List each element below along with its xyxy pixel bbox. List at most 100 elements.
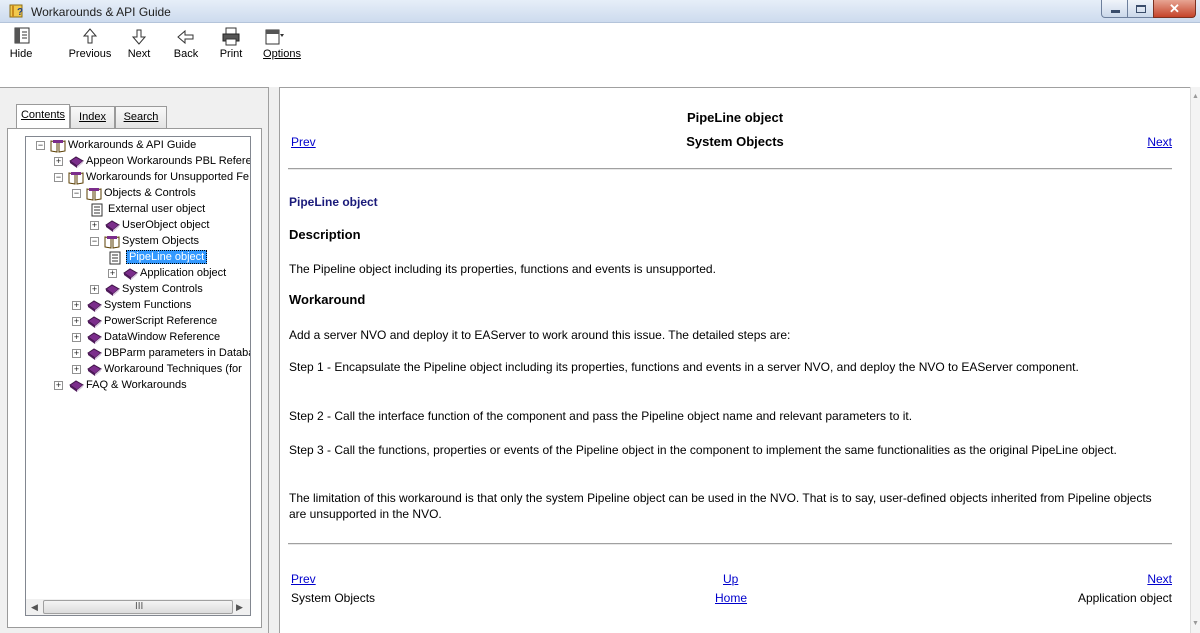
expand-icon[interactable]: +: [90, 285, 99, 294]
tree-item-label: DataWindow Reference: [104, 331, 221, 343]
footer-next-title: Application object: [1077, 591, 1172, 605]
header-divider: [288, 168, 1172, 170]
expand-icon[interactable]: +: [108, 269, 117, 278]
collapse-icon[interactable]: −: [90, 237, 99, 246]
tree-item-label: Objects & Controls: [104, 187, 196, 199]
open-book-icon: [104, 235, 120, 250]
open-book-icon: [50, 139, 66, 154]
help-book-icon: ?: [9, 4, 23, 18]
tree-item[interactable]: + System Functions: [72, 298, 250, 314]
options-label-text: Options: [263, 48, 301, 60]
hide-button[interactable]: Hide: [6, 26, 36, 60]
pane-splitter[interactable]: [268, 87, 280, 633]
next-button[interactable]: Next: [124, 26, 154, 60]
topic-vertical-scrollbar[interactable]: ▲ ▼: [1190, 87, 1200, 633]
options-button[interactable]: Options: [262, 26, 302, 60]
tree-item-label: DBParm parameters in Databa: [104, 347, 250, 359]
maximize-button[interactable]: [1127, 0, 1154, 18]
page-icon: [108, 251, 122, 266]
tree-item[interactable]: + FAQ & Workarounds: [54, 378, 250, 394]
scroll-grip: III: [135, 601, 144, 612]
tree-item-label: System Controls: [122, 283, 203, 295]
minimize-icon: [1111, 10, 1120, 13]
back-button[interactable]: Back: [169, 26, 203, 60]
tree-item[interactable]: + System Controls: [90, 282, 250, 298]
scroll-down-icon[interactable]: ▼: [1192, 620, 1199, 627]
paragraph-step-3: Step 3 - Call the functions, properties …: [289, 443, 1117, 457]
tree-item[interactable]: PipeLine object: [108, 250, 250, 266]
expand-icon[interactable]: +: [72, 365, 81, 374]
back-label: Back: [173, 48, 199, 60]
tree-item[interactable]: − System Objects: [90, 234, 250, 250]
tree-item-label: Application object: [140, 267, 227, 279]
expand-icon[interactable]: +: [90, 221, 99, 230]
tree-horizontal-scrollbar[interactable]: ◀ III ▶: [25, 599, 251, 616]
expand-icon[interactable]: +: [72, 349, 81, 358]
window-controls: ✕: [1101, 0, 1196, 19]
section-title: System Objects: [686, 134, 784, 149]
expand-icon[interactable]: +: [72, 301, 81, 310]
footer-home-link[interactable]: Home: [715, 591, 747, 605]
window-title: Workarounds & API Guide: [31, 5, 171, 19]
options-label: Options: [262, 48, 302, 60]
tree-item-label: Appeon Workarounds PBL Refere: [86, 155, 250, 167]
expand-icon[interactable]: +: [72, 333, 81, 342]
tree-item[interactable]: − Objects & Controls: [72, 186, 250, 202]
printer-icon: [222, 27, 240, 46]
tree-item[interactable]: + Workaround Techniques (for: [72, 362, 250, 378]
title-bar: ? Workarounds & API Guide ✕: [0, 0, 1200, 23]
arrow-down-icon: [131, 29, 147, 45]
description-heading-text: Description: [289, 227, 361, 242]
print-label: Print: [219, 48, 243, 60]
expand-icon[interactable]: +: [72, 317, 81, 326]
minimize-button[interactable]: [1101, 0, 1128, 18]
expand-icon[interactable]: +: [54, 381, 63, 390]
header-prev-link[interactable]: Prev: [291, 135, 316, 149]
arrow-left-icon: [177, 29, 194, 45]
print-button[interactable]: Print: [216, 26, 246, 60]
open-book-icon: [68, 171, 84, 186]
scroll-right-icon[interactable]: ▶: [236, 602, 243, 613]
previous-button[interactable]: Previous: [66, 26, 114, 60]
closed-book-icon: [104, 219, 120, 234]
header-next-link[interactable]: Next: [1147, 135, 1172, 149]
tab-search[interactable]: Search: [115, 106, 167, 128]
tree-item[interactable]: − Workarounds & API Guide: [36, 138, 250, 154]
footer-next-link[interactable]: Next: [1147, 572, 1172, 586]
tree-item[interactable]: External user object: [90, 202, 250, 218]
tree-item-label: Workaround Techniques (for: [104, 363, 242, 375]
paragraph-limitation: The limitation of this workaround is tha…: [289, 491, 1152, 521]
scroll-up-icon[interactable]: ▲: [1192, 93, 1199, 100]
tree-item[interactable]: + Appeon Workarounds PBL Refere: [54, 154, 250, 170]
tree-item[interactable]: + Application object: [108, 266, 250, 282]
svg-text:?: ?: [17, 7, 23, 18]
footer-prev-link[interactable]: Prev: [291, 572, 316, 586]
scroll-left-icon[interactable]: ◀: [31, 602, 38, 613]
closed-book-icon: [86, 315, 102, 330]
tree-item-label: UserObject object: [122, 219, 210, 231]
close-button[interactable]: ✕: [1153, 0, 1196, 18]
collapse-icon[interactable]: −: [72, 189, 81, 198]
paragraph-step-1: Step 1 - Encapsulate the Pipeline object…: [289, 360, 1079, 374]
tab-index[interactable]: Index: [70, 106, 115, 128]
tab-search-label: Search: [123, 111, 159, 123]
footer-up-link[interactable]: Up: [723, 572, 738, 586]
tree-item[interactable]: − Workarounds for Unsupported Fe: [54, 170, 250, 186]
hide-label: Hide: [9, 48, 33, 60]
description-text: The Pipeline object including its proper…: [289, 262, 716, 276]
closed-book-icon: [68, 379, 84, 394]
next-label: Next: [127, 48, 151, 60]
footer-prev-title: System Objects: [291, 591, 376, 605]
expand-icon[interactable]: +: [54, 157, 63, 166]
collapse-icon[interactable]: −: [54, 173, 63, 182]
description-heading: Description: [289, 227, 1169, 243]
tab-contents[interactable]: Contents: [16, 104, 70, 128]
tree-item[interactable]: + DataWindow Reference: [72, 330, 250, 346]
tree-item[interactable]: + UserObject object: [90, 218, 250, 234]
paragraph-intro: Add a server NVO and deploy it to EAServ…: [289, 328, 791, 342]
footer-divider: [288, 543, 1172, 545]
tree-item[interactable]: + PowerScript Reference: [72, 314, 250, 330]
tree-item[interactable]: + DBParm parameters in Databa: [72, 346, 250, 362]
scroll-thumb[interactable]: III: [43, 600, 233, 614]
collapse-icon[interactable]: −: [36, 141, 45, 150]
